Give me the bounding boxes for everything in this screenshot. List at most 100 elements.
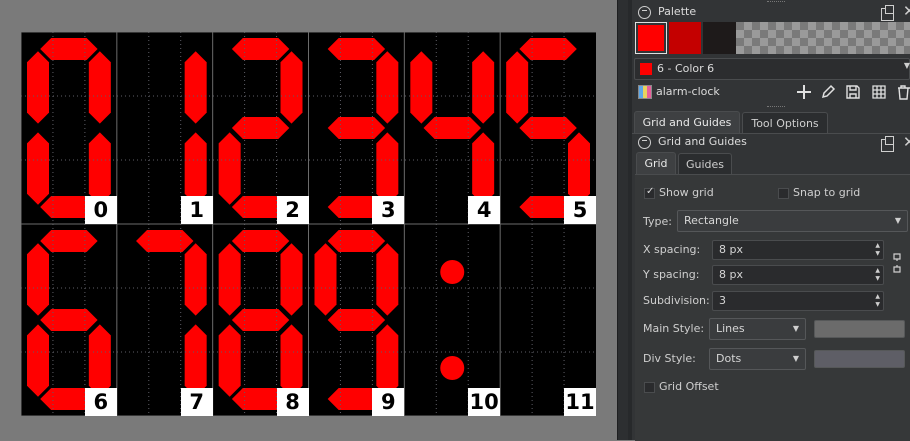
y-spacing-input[interactable]: 8 px ▲ ▼ bbox=[712, 265, 884, 285]
digit-5-segment-f bbox=[506, 51, 529, 124]
digit-8-segment-e bbox=[218, 324, 241, 397]
cell-number-label: 10 bbox=[468, 388, 501, 416]
float-icon[interactable] bbox=[881, 5, 894, 21]
palette-swatch[interactable] bbox=[703, 22, 736, 54]
subdivision-input[interactable]: 3 ▲ ▼ bbox=[712, 291, 884, 311]
right-dock: Palette ✕ 6 - Color 6 ▼ alarm-clock Grid… bbox=[632, 0, 910, 441]
grid-docker-title: Grid and Guides bbox=[658, 135, 747, 148]
digit-8-segment-g bbox=[231, 309, 290, 331]
digit-2-segment-g bbox=[231, 117, 290, 139]
digit-3-segment-g bbox=[327, 117, 386, 139]
spin-arrows-icon[interactable]: ▲ ▼ bbox=[875, 242, 880, 258]
cell-number-label: 4 bbox=[468, 196, 501, 224]
grid-docker-icon bbox=[638, 136, 651, 149]
digit-6-segment-a bbox=[40, 230, 98, 252]
current-color-selector[interactable]: 6 - Color 6 ▼ bbox=[634, 58, 910, 80]
digit-2-segment-b bbox=[280, 51, 303, 124]
float-icon[interactable] bbox=[881, 136, 894, 152]
div-style-value: Dots bbox=[716, 352, 742, 365]
cell-number-label: 9 bbox=[372, 388, 405, 416]
digit-0-segment-f bbox=[27, 51, 49, 124]
digit-9-segment-c bbox=[376, 324, 399, 397]
vertical-scrollbar[interactable] bbox=[617, 0, 628, 440]
show-grid-checkbox[interactable]: ✓ bbox=[644, 186, 655, 199]
save-icon[interactable] bbox=[845, 84, 861, 100]
subdivision-label: Subdivision: bbox=[643, 294, 710, 307]
x-spacing-value: 8 px bbox=[719, 243, 743, 256]
digit-0-segment-e bbox=[27, 132, 49, 205]
close-icon[interactable]: ✕ bbox=[903, 4, 910, 19]
cell-number-label: 0 bbox=[84, 196, 117, 224]
digit-3-segment-c bbox=[376, 132, 399, 205]
grid-view-icon[interactable] bbox=[871, 84, 887, 100]
type-label: Type: bbox=[643, 215, 672, 228]
grid-offset-checkbox[interactable] bbox=[644, 382, 655, 393]
grid-type-value: Rectangle bbox=[684, 214, 739, 227]
digit-0-segment-c bbox=[88, 132, 111, 205]
digit-7-segment-b bbox=[184, 243, 207, 316]
palette-swatch-selected[interactable] bbox=[635, 22, 667, 54]
show-grid-label: Show grid bbox=[659, 186, 714, 199]
add-icon[interactable] bbox=[796, 84, 812, 100]
colon-dot-1 bbox=[440, 260, 465, 284]
subtab-guides[interactable]: Guides bbox=[678, 153, 732, 175]
snap-to-grid-checkbox[interactable] bbox=[778, 188, 789, 199]
dock-drag-handle[interactable] bbox=[767, 106, 785, 110]
palette-empty-slots[interactable] bbox=[736, 22, 910, 54]
digit-9-segment-f bbox=[314, 243, 337, 316]
main-style-dropdown[interactable]: Lines ▼ bbox=[709, 318, 806, 340]
image-canvas[interactable]: 0 1 2 3 4 5 6 7 8 9 10 11 bbox=[21, 32, 596, 416]
cell-number-label: 6 bbox=[84, 388, 117, 416]
close-icon[interactable]: ✕ bbox=[903, 135, 910, 150]
grid-settings-panel: ✓ Show grid Snap to grid Type: Rectangle… bbox=[635, 174, 910, 441]
spin-arrows-icon[interactable]: ▲ ▼ bbox=[875, 267, 880, 283]
main-style-label: Main Style: bbox=[643, 322, 705, 335]
digit-2-segment-a bbox=[231, 38, 290, 60]
digit-1-segment-b bbox=[184, 51, 207, 124]
digit-9-segment-b bbox=[376, 243, 399, 316]
x-spacing-label: X spacing: bbox=[643, 243, 701, 256]
delete-icon[interactable] bbox=[896, 84, 910, 100]
digit-2-segment-e bbox=[218, 132, 241, 205]
digit-4-segment-b bbox=[472, 51, 495, 124]
grid-offset-label: Grid Offset bbox=[659, 380, 719, 393]
tab-tool-options[interactable]: Tool Options bbox=[742, 112, 828, 134]
grid-title-bar: Grid and Guides bbox=[634, 133, 904, 151]
chevron-down-icon: ▼ bbox=[792, 324, 799, 333]
main-color-button[interactable] bbox=[814, 320, 905, 338]
digit-4-segment-g bbox=[423, 117, 481, 139]
cell-number-label: 5 bbox=[564, 196, 596, 224]
digit-7-segment-c bbox=[184, 324, 207, 397]
palette-file-icon bbox=[638, 85, 652, 99]
digit-5-segment-g bbox=[519, 117, 577, 139]
div-style-dropdown[interactable]: Dots ▼ bbox=[709, 348, 806, 370]
cell-number-label: 7 bbox=[180, 388, 213, 416]
spin-arrows-icon[interactable]: ▲ ▼ bbox=[875, 293, 880, 309]
edit-icon[interactable] bbox=[820, 84, 836, 100]
digit-6-segment-f bbox=[27, 243, 49, 316]
digit-artwork bbox=[21, 32, 596, 416]
palette-name: alarm-clock bbox=[656, 85, 720, 98]
y-spacing-label: Y spacing: bbox=[643, 268, 700, 281]
digit-6-segment-e bbox=[27, 324, 49, 397]
x-spacing-input[interactable]: 8 px ▲ ▼ bbox=[712, 240, 884, 260]
canvas-area[interactable]: 0 1 2 3 4 5 6 7 8 9 10 11 bbox=[0, 0, 617, 440]
digit-5-segment-a bbox=[519, 38, 577, 60]
subdivision-value: 3 bbox=[719, 294, 726, 307]
palette-swatch[interactable] bbox=[669, 22, 701, 54]
chevron-down-icon: ▼ bbox=[792, 354, 799, 363]
snap-to-grid-label: Snap to grid bbox=[793, 186, 861, 199]
digit-3-segment-a bbox=[327, 38, 386, 60]
digit-4-segment-f bbox=[410, 51, 433, 124]
digit-1-segment-c bbox=[184, 132, 207, 205]
div-color-button[interactable] bbox=[814, 350, 905, 368]
grid-type-dropdown[interactable]: Rectangle ▼ bbox=[677, 210, 908, 232]
tab-grid-and-guides[interactable]: Grid and Guides bbox=[634, 111, 740, 133]
cell-number-label: 11 bbox=[564, 388, 596, 416]
digit-7-segment-a bbox=[136, 230, 194, 252]
chevron-down-icon: ▼ bbox=[903, 61, 910, 70]
digit-0-segment-a bbox=[40, 38, 98, 60]
link-spacing-icon[interactable] bbox=[892, 250, 902, 276]
digit-8-segment-b bbox=[280, 243, 303, 316]
subtab-grid[interactable]: Grid bbox=[636, 152, 676, 174]
